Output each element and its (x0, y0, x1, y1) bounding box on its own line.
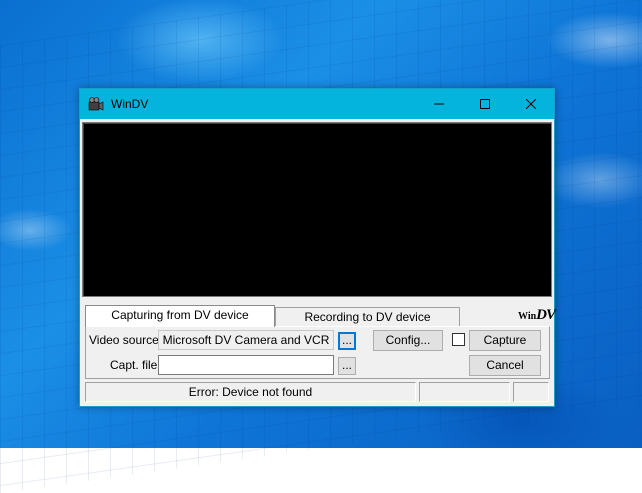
video-source-field: Microsoft DV Camera and VCR (158, 330, 334, 350)
close-button[interactable] (508, 89, 554, 119)
maximize-button[interactable] (462, 89, 508, 119)
video-source-label: Video source: (89, 333, 163, 347)
tab-recording[interactable]: Recording to DV device (275, 307, 460, 327)
window-title: WinDV (111, 97, 149, 111)
minimize-button[interactable] (416, 89, 462, 119)
video-preview (82, 122, 552, 297)
windv-logo: WinDV (518, 307, 556, 324)
windv-window: WinDV Capturing from DV device Recording… (79, 88, 556, 407)
video-source-browse-button[interactable]: ... (338, 332, 356, 350)
close-icon (526, 99, 536, 109)
film-camera-icon (88, 97, 104, 111)
logo-prefix: Win (518, 311, 537, 322)
config-button[interactable]: Config... (373, 330, 443, 351)
status-cell-3 (513, 382, 549, 402)
tab-capturing[interactable]: Capturing from DV device (85, 305, 275, 327)
status-message: Error: Device not found (85, 382, 416, 402)
status-bar: Error: Device not found (85, 382, 551, 402)
capt-file-label: Capt. file: (110, 358, 161, 372)
cancel-button[interactable]: Cancel (469, 355, 541, 376)
minimize-icon (434, 103, 444, 105)
capt-file-input[interactable] (158, 355, 334, 375)
capture-button[interactable]: Capture (469, 330, 541, 351)
title-bar[interactable]: WinDV (80, 89, 554, 119)
tab-capturing-label: Capturing from DV device (111, 308, 249, 322)
logo-suffix: DV (536, 307, 556, 323)
capt-file-browse-button[interactable]: ... (338, 357, 356, 375)
capture-checkbox[interactable] (452, 333, 465, 346)
maximize-icon (480, 99, 490, 109)
control-panel: Capturing from DV device Recording to DV… (82, 305, 556, 405)
tab-recording-label: Recording to DV device (304, 310, 431, 324)
status-cell-2 (419, 382, 510, 402)
tab-content: Video source: Microsoft DV Camera and VC… (85, 326, 550, 379)
